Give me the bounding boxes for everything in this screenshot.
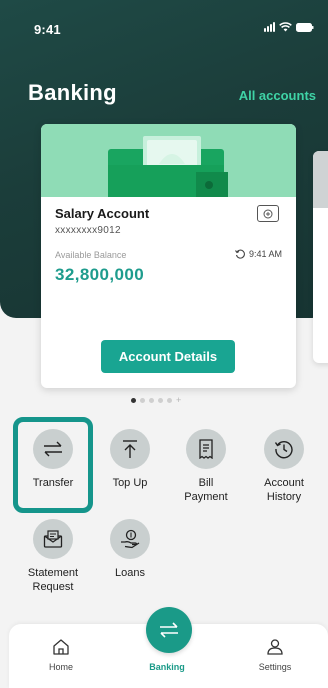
- transfer-label: Transfer: [32, 477, 74, 489]
- card-illustration: [41, 124, 296, 197]
- carousel-pagination[interactable]: +: [131, 395, 182, 405]
- banking-screen: 9:41 Banking All accounts Salary Account…: [0, 0, 328, 688]
- profile-icon: [267, 639, 283, 655]
- account-number: xxxxxxxx9012: [55, 225, 121, 236]
- page-dot: [149, 398, 154, 403]
- signal-icon: [264, 22, 275, 32]
- tab-banking[interactable]: Banking: [137, 658, 197, 672]
- transfer-icon: [160, 622, 178, 638]
- bill-payment-label-text: Bill Payment: [184, 477, 228, 503]
- account-history-label-text: Account History: [264, 477, 304, 503]
- loans-icon: [110, 519, 150, 559]
- account-history-action[interactable]: Account History: [248, 429, 320, 504]
- account-details-button[interactable]: Account Details: [101, 340, 235, 373]
- tab-banking-label: Banking: [149, 662, 185, 672]
- page-dot: [167, 398, 172, 403]
- tab-home-label: Home: [48, 662, 73, 672]
- top-up-icon: [110, 429, 150, 469]
- card-toggle-icon[interactable]: [257, 205, 279, 222]
- top-up-action[interactable]: Top Up: [94, 429, 166, 490]
- page-dot: [131, 398, 136, 403]
- transfer-action[interactable]: Transfer: [17, 429, 89, 490]
- bill-icon: [186, 429, 226, 469]
- statement-request-action[interactable]: Statement Request: [17, 519, 89, 594]
- wifi-icon: [279, 22, 292, 32]
- statement-icon: [33, 519, 73, 559]
- history-icon: [264, 429, 304, 469]
- tab-home[interactable]: Home: [31, 638, 91, 672]
- refresh-time[interactable]: 9:41 AM: [235, 249, 282, 259]
- bill-payment-action[interactable]: Bill Payment: [170, 429, 242, 504]
- account-card[interactable]: Salary Account xxxxxxxx9012 Available Ba…: [41, 124, 296, 388]
- top-up-label: Top Up: [112, 477, 148, 489]
- loans-action[interactable]: Loans: [94, 519, 166, 580]
- account-history-label: Account History: [248, 476, 320, 504]
- status-bar: 9:41: [0, 0, 328, 48]
- tab-settings[interactable]: Settings: [245, 638, 305, 672]
- statement-request-label-text: Statement Request: [27, 567, 79, 593]
- transfer-icon: [33, 429, 73, 469]
- all-accounts-link[interactable]: All accounts: [239, 88, 316, 103]
- refresh-time-label: 9:41 AM: [248, 249, 282, 259]
- loans-label: Loans: [115, 567, 145, 579]
- status-time: 9:41: [34, 22, 61, 37]
- page-dot: [158, 398, 163, 403]
- page-title: Banking: [28, 80, 117, 105]
- account-balance: 32,800,000: [55, 265, 145, 284]
- banking-fab-button[interactable]: [146, 607, 192, 653]
- balance-label: Available Balance: [55, 250, 127, 260]
- page-dot: [140, 398, 145, 403]
- bill-payment-label: Bill Payment: [170, 476, 242, 504]
- status-icons: [264, 22, 314, 32]
- statement-request-label: Statement Request: [17, 566, 89, 594]
- next-account-card[interactable]: [313, 151, 328, 363]
- battery-icon: [296, 22, 314, 32]
- home-icon: [53, 639, 69, 655]
- account-name: Salary Account: [55, 206, 150, 221]
- add-page-icon: +: [176, 395, 182, 405]
- refresh-icon: [235, 249, 245, 259]
- tab-settings-label: Settings: [258, 662, 292, 672]
